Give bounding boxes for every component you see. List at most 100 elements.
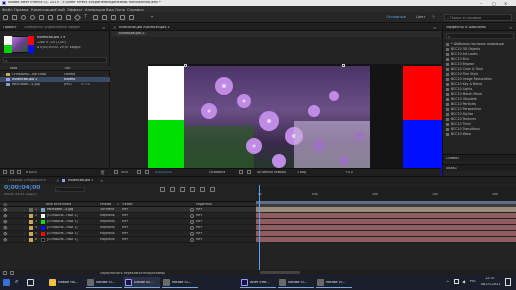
effect-category[interactable]: BCC10 Art Looks — [446, 52, 478, 56]
close-icon[interactable]: × — [113, 25, 116, 30]
effect-category[interactable]: BCC10 Stylize — [446, 112, 473, 116]
tab-project[interactable]: Проект — [3, 26, 17, 30]
workspace-menu-icon[interactable]: » — [432, 14, 435, 20]
effects-title[interactable]: Эффекты и шаблоны — [446, 26, 486, 30]
region-of-interest-icon[interactable] — [239, 170, 243, 174]
layer-name[interactable]: [Сплошна...ный 1] — [47, 232, 78, 235]
comp-name-label[interactable]: Композиция 1 ▾ — [37, 36, 65, 39]
start-button[interactable] — [2, 277, 12, 288]
effect-category[interactable]: BCC10 Warp — [446, 132, 471, 136]
pickwhip-icon[interactable] — [190, 208, 194, 212]
trkmat-select[interactable]: Нет — [122, 214, 128, 217]
paragraph-panel-header[interactable]: Абзац — [443, 164, 516, 171]
blend-mode-select[interactable]: Нормаль — [100, 232, 115, 235]
effects-search-input[interactable]: ⌕ — [446, 33, 514, 39]
snapping-icon[interactable]: ⌖ — [151, 14, 156, 19]
blend-mode-select[interactable]: Нормаль — [100, 226, 115, 229]
layer-name[interactable]: [Сплошна...ный 1] — [47, 226, 78, 229]
parent-select[interactable]: Нет — [196, 220, 202, 223]
pan-behind-tool-icon[interactable] — [57, 15, 62, 20]
chevron-right-icon[interactable]: › — [24, 214, 25, 218]
camera-tool-icon[interactable] — [48, 15, 53, 20]
search-taskbar-button[interactable]: ⌕ — [14, 277, 24, 288]
current-time-indicator[interactable] — [259, 185, 260, 276]
effect-category[interactable]: BCC10 Obsolete — [446, 97, 477, 101]
close-icon[interactable]: ✕ — [504, 1, 507, 6]
visibility-eye-icon[interactable]: 👁 — [3, 238, 7, 242]
layer-duration-bar[interactable] — [256, 225, 516, 230]
visibility-eye-icon[interactable]: 👁 — [3, 214, 7, 218]
layer-duration-bar[interactable] — [256, 207, 516, 212]
col-source-name[interactable]: Имя источника — [46, 203, 71, 206]
interpret-footage-icon[interactable] — [3, 170, 7, 174]
col-mode[interactable]: Режим — [100, 203, 111, 206]
col-type[interactable]: Тип — [64, 67, 71, 70]
taskbar-app[interactable]: Мозаи Si... — [86, 277, 122, 288]
white-solid-layer[interactable] — [148, 66, 184, 120]
visibility-eye-icon[interactable]: 👁 — [3, 226, 7, 230]
layer-name[interactable]: [Сплошна...ный 1] — [47, 220, 78, 223]
layer-color-label[interactable] — [29, 214, 33, 218]
type-tool-icon[interactable]: T — [84, 14, 89, 20]
visibility-eye-icon[interactable]: 👁 — [3, 208, 7, 212]
current-time-display[interactable]: 0;00:04;00 — [4, 185, 40, 191]
viewer-time[interactable]: 0;00;04;00 — [155, 171, 172, 174]
pickwhip-icon[interactable] — [190, 232, 194, 236]
frame-blending-icon[interactable] — [190, 187, 195, 192]
flowers-image-layer[interactable] — [184, 66, 370, 176]
graph-editor-icon[interactable] — [210, 187, 215, 192]
work-area-bar[interactable] — [256, 201, 516, 204]
magnification-icon[interactable] — [114, 170, 118, 174]
chevron-right-icon[interactable]: › — [24, 238, 25, 242]
timeline-search-input[interactable]: ⌕ — [55, 187, 85, 192]
chevron-right-icon[interactable]: › — [24, 232, 25, 236]
tab-render-queue[interactable]: Очередь рендеринга — [8, 179, 46, 182]
close-icon[interactable]: × — [56, 178, 59, 183]
help-search-input[interactable]: ⌕ Поиск в справке — [444, 14, 512, 21]
layer-duration-bar[interactable] — [256, 213, 516, 218]
effect-category[interactable]: BCC10 Perspective — [446, 107, 481, 111]
hand-tool-icon[interactable] — [21, 15, 26, 20]
clock-time[interactable]: 12:37 — [485, 277, 495, 280]
layer-handle[interactable] — [342, 64, 345, 67]
roto-brush-tool-icon[interactable] — [120, 15, 125, 20]
chevron-right-icon[interactable]: › — [24, 226, 25, 230]
col-name[interactable]: Имя — [10, 67, 17, 70]
network-icon[interactable] — [454, 279, 459, 284]
taskbar-app[interactable]: Мозаи Vi... — [316, 277, 352, 288]
pickwhip-icon[interactable] — [190, 226, 194, 230]
home-icon[interactable] — [3, 15, 8, 20]
effect-category[interactable]: BCC10 Transitions — [446, 127, 480, 131]
effect-category[interactable]: BCC10 Key & Blend — [446, 82, 482, 86]
transparency-grid-icon[interactable] — [247, 170, 251, 174]
layer-color-label[interactable] — [29, 232, 33, 236]
brush-tool-icon[interactable] — [93, 15, 98, 20]
time-ruler[interactable]: 0s 05s 10s 15s 20s — [256, 185, 516, 201]
red-solid-layer[interactable] — [403, 66, 442, 120]
layer-color-label[interactable] — [29, 220, 33, 224]
chevron-right-icon[interactable]: › — [24, 220, 25, 224]
shy-layers-icon[interactable] — [180, 187, 185, 192]
pickwhip-icon[interactable] — [190, 238, 194, 242]
trkmat-select[interactable]: Нет — [122, 238, 128, 241]
col-trkmat[interactable]: TrkMat — [122, 203, 133, 206]
effect-category[interactable]: BCC10 Color & Tone — [446, 67, 483, 71]
new-folder-icon[interactable] — [10, 170, 14, 174]
parent-select[interactable]: Нет — [196, 226, 202, 229]
motion-blur-icon[interactable] — [200, 187, 205, 192]
layer-name[interactable]: [Сплошна...ный 1] — [47, 214, 78, 217]
layer-name[interactable]: [Сплошна...ный 1] — [47, 238, 78, 241]
taskbar-app[interactable]: Мозаи Si... — [162, 277, 198, 288]
effect-category[interactable]: BCC10 Particles — [446, 102, 476, 106]
visibility-eye-icon[interactable]: 👁 — [3, 232, 7, 236]
tab-effect-controls[interactable]: Элементы управления эффек — [24, 26, 80, 30]
blend-mode-select[interactable]: Нормаль — [100, 238, 115, 241]
tab-composition[interactable]: Композиция Композиция 1 — [119, 26, 170, 30]
panel-menu-icon[interactable]: ≡ — [433, 25, 436, 30]
parent-select[interactable]: Нет — [196, 208, 202, 211]
effect-category[interactable]: BCC10 Image Restoration — [446, 77, 492, 81]
clone-stamp-tool-icon[interactable] — [102, 15, 107, 20]
draft-3d-icon[interactable] — [170, 187, 175, 192]
rectangle-tool-icon[interactable] — [66, 15, 71, 20]
visibility-eye-icon[interactable]: 👁 — [3, 220, 7, 224]
